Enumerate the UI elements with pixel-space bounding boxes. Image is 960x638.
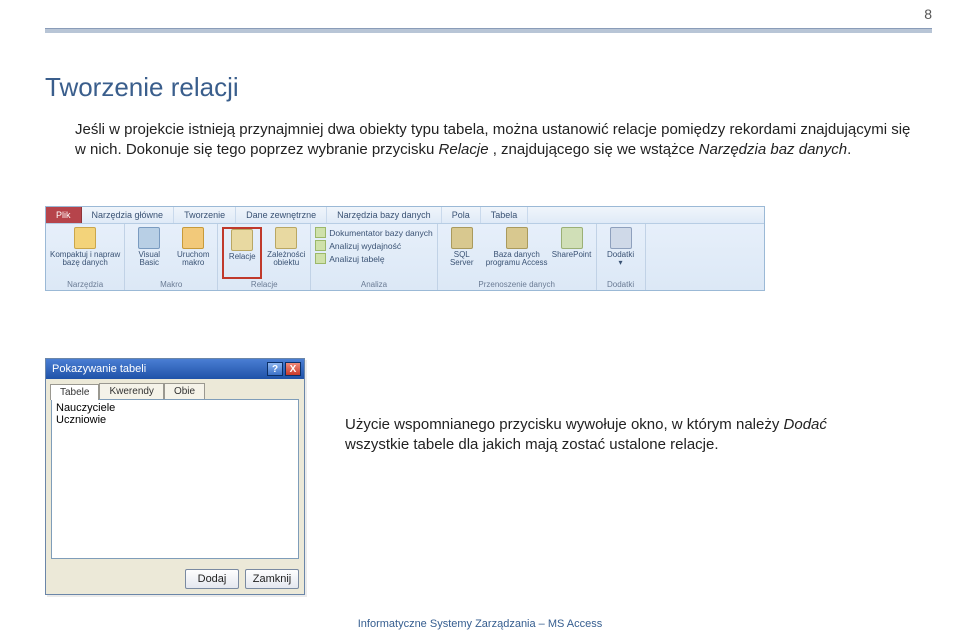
group-makro: VisualBasic Uruchommakro Makro (125, 224, 218, 290)
list-item[interactable]: Nauczyciele (54, 402, 296, 414)
group-label: Dodatki (601, 279, 641, 290)
tab-narzedzia-bazy-danych[interactable]: Narzędzia bazy danych (327, 207, 442, 223)
label: bazę danych (62, 258, 107, 267)
ribbon-groups: Kompaktuj i naprawbazę danych Narzędzia … (46, 224, 764, 290)
label: obiektu (273, 258, 299, 267)
access-ribbon: Plik Narzędzia główne Tworzenie Dane zew… (45, 206, 765, 291)
relationships-icon (231, 229, 253, 251)
tab-plik[interactable]: Plik (46, 207, 82, 223)
list-item[interactable]: Uczniowie (54, 414, 296, 426)
group-label: Przenoszenie danych (442, 279, 592, 290)
analyze-performance-button[interactable]: Analizuj wydajność (315, 240, 432, 251)
database-icon (74, 227, 96, 249)
label: makro (182, 258, 204, 267)
doc-icon (315, 227, 326, 238)
dialog-tabs: Tabele Kwerendy Obie (46, 379, 304, 399)
addins-icon (610, 227, 632, 249)
addins-button[interactable]: Dodatki▾ (601, 227, 641, 279)
page-title: Tworzenie relacji (45, 72, 239, 103)
sharepoint-icon (561, 227, 583, 249)
tab-pola[interactable]: Pola (442, 207, 481, 223)
ribbon-tabstrip: Plik Narzędzia główne Tworzenie Dane zew… (46, 207, 764, 224)
group-label: Analiza (315, 279, 432, 290)
dialog-buttons: Dodaj Zamknij (46, 564, 304, 594)
label: Server (450, 258, 474, 267)
analyze-icon (315, 253, 326, 264)
side-note: Użycie wspomnianego przycisku wywołuje o… (345, 415, 865, 456)
tab-dane-zewnetrzne[interactable]: Dane zewnętrzne (236, 207, 327, 223)
relacje-button[interactable]: Relacje (222, 227, 262, 279)
label: programu Access (486, 258, 548, 267)
db-documenter-button[interactable]: Dokumentator bazy danych (315, 227, 432, 238)
chevron-down-icon: ▾ (619, 258, 623, 267)
group-analiza: Dokumentator bazy danych Analizuj wydajn… (311, 224, 437, 290)
object-dependencies-button[interactable]: Zależnościobiektu (266, 227, 306, 279)
text: , znajdującego się we wstążce (493, 141, 699, 158)
footer: Informatyczne Systemy Zarządzania – MS A… (0, 618, 960, 630)
tab-kwerendy[interactable]: Kwerendy (99, 383, 163, 399)
run-macro-button[interactable]: Uruchommakro (173, 227, 213, 279)
add-button[interactable]: Dodaj (185, 569, 239, 589)
emphasis-narzedzia: Narzędzia baz danych (699, 141, 847, 158)
group-narzedzia: Kompaktuj i naprawbazę danych Narzędzia (46, 224, 125, 290)
group-relacje: Relacje Zależnościobiektu Relacje (218, 224, 311, 290)
compact-repair-button[interactable]: Kompaktuj i naprawbazę danych (50, 227, 120, 279)
close-button[interactable]: X (285, 362, 301, 376)
text: . (847, 141, 851, 158)
analyze-table-button[interactable]: Analizuj tabelę (315, 253, 432, 264)
label: Analizuj wydajność (329, 241, 401, 251)
group-label: Makro (129, 279, 213, 290)
access-db-button[interactable]: Baza danychprogramu Access (486, 227, 548, 279)
close-dialog-button[interactable]: Zamknij (245, 569, 299, 589)
visual-basic-button[interactable]: VisualBasic (129, 227, 169, 279)
label: Dokumentator bazy danych (329, 228, 432, 238)
sql-server-icon (451, 227, 473, 249)
dependencies-icon (275, 227, 297, 249)
emphasis-dodac: Dodać (784, 416, 827, 433)
intro-paragraph: Jeśli w projekcie istnieją przynajmniej … (75, 120, 920, 161)
emphasis-relacje: Relacje (439, 141, 489, 158)
tab-tabela[interactable]: Tabela (481, 207, 529, 223)
tab-narzedzia-glowne[interactable]: Narzędzia główne (82, 207, 175, 223)
text: Użycie wspomnianego przycisku wywołuje o… (345, 416, 784, 433)
show-table-dialog: Pokazywanie tabeli ? X Tabele Kwerendy O… (45, 358, 305, 595)
tables-listbox[interactable]: Nauczyciele Uczniowie (51, 399, 299, 559)
vb-icon (138, 227, 160, 249)
group-label: Narzędzia (50, 279, 120, 290)
horizontal-rule (45, 28, 932, 33)
label: Analizuj tabelę (329, 254, 384, 264)
sql-server-button[interactable]: SQLServer (442, 227, 482, 279)
label: SharePoint (552, 250, 592, 259)
label: Basic (139, 258, 159, 267)
group-dodatki: Dodatki▾ Dodatki (597, 224, 646, 290)
perf-icon (315, 240, 326, 251)
text: wszystkie tabele dla jakich mają zostać … (345, 436, 719, 453)
page-number: 8 (924, 6, 932, 22)
access-db-icon (506, 227, 528, 249)
run-macro-icon (182, 227, 204, 249)
help-button[interactable]: ? (267, 362, 283, 376)
label: Relacje (229, 252, 256, 261)
tab-tworzenie[interactable]: Tworzenie (174, 207, 236, 223)
dialog-title: Pokazywanie tabeli (52, 363, 146, 375)
group-label: Relacje (222, 279, 306, 290)
group-przenoszenie: SQLServer Baza danychprogramu Access Sha… (438, 224, 597, 290)
tab-tabele[interactable]: Tabele (50, 384, 99, 400)
tab-obie[interactable]: Obie (164, 383, 205, 399)
dialog-titlebar[interactable]: Pokazywanie tabeli ? X (46, 359, 304, 379)
sharepoint-button[interactable]: SharePoint (552, 227, 592, 279)
